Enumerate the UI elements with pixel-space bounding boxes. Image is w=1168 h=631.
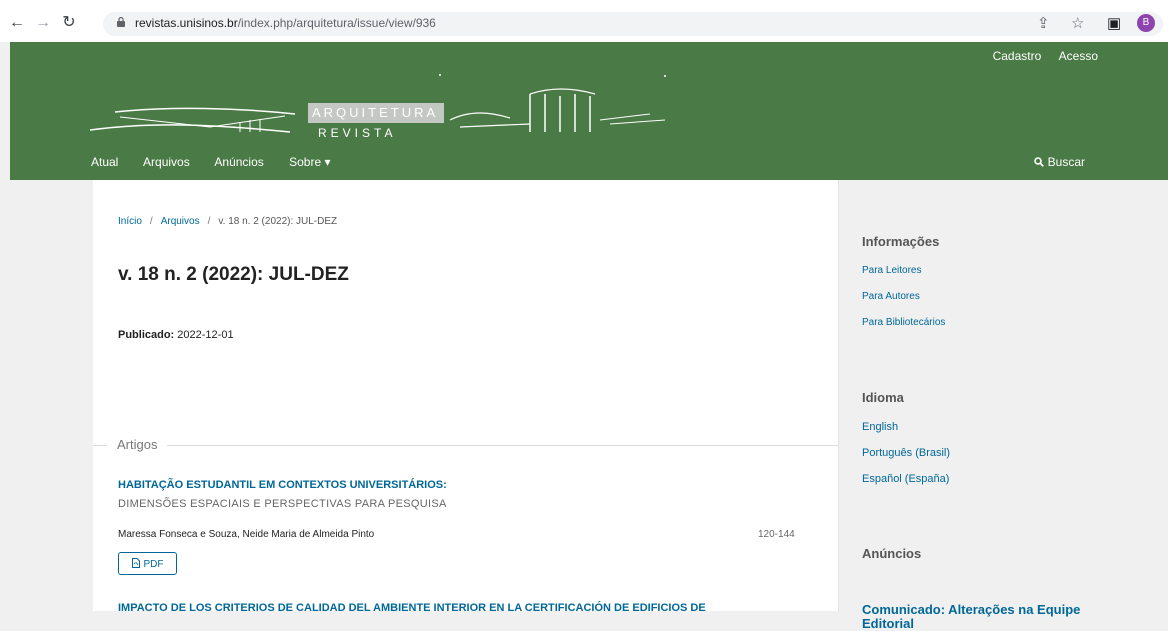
info-block-title: Informações <box>862 234 940 249</box>
article-title[interactable]: IMPACTO DE LOS CRITERIOS DE CALIDAD DEL … <box>118 602 706 614</box>
file-pdf-icon <box>131 558 140 568</box>
pdf-label: PDF <box>143 559 164 570</box>
register-link[interactable]: Cadastro <box>993 49 1042 63</box>
url-path: /index.php/arquitetura/issue/view/936 <box>237 16 436 30</box>
profile-avatar[interactable]: B <box>1137 14 1155 32</box>
sidepanel-icon[interactable]: ▣ <box>1107 14 1121 32</box>
user-nav: Cadastro Acesso <box>979 49 1098 63</box>
info-link-readers[interactable]: Para Leitores <box>862 265 921 276</box>
star-icon[interactable]: ☆ <box>1071 14 1084 32</box>
article-subtitle: DIMENSÕES ESPACIAIS E PERSPECTIVAS PARA … <box>118 498 447 510</box>
section-divider <box>93 445 838 446</box>
page-title: v. 18 n. 2 (2022): JUL-DEZ <box>118 264 349 285</box>
reload-icon[interactable]: ↻ <box>60 14 78 32</box>
announcement-link[interactable]: Comunicado: Alterações na Equipe Editori… <box>862 603 1082 631</box>
logo-title[interactable]: ARQUITETURA <box>308 103 444 123</box>
search-link[interactable]: Buscar <box>1034 155 1085 169</box>
main-nav: Atual Arquivos Anúncios Sobre ▾ <box>91 155 353 169</box>
forward-icon[interactable]: → <box>34 14 52 32</box>
breadcrumb-separator: / <box>207 216 211 227</box>
logo-subtitle: REVISTA <box>318 126 397 140</box>
breadcrumb-home[interactable]: Início <box>118 216 142 227</box>
lock-icon <box>117 17 125 27</box>
language-link-portuguese[interactable]: Português (Brasil) <box>862 447 950 459</box>
language-link-english[interactable]: English <box>862 421 898 433</box>
nav-archives[interactable]: Arquivos <box>143 155 190 169</box>
sidebar: Informações Para Leitores Para Autores P… <box>839 180 1168 631</box>
info-link-authors[interactable]: Para Autores <box>862 291 920 302</box>
article-title[interactable]: HABITAÇÃO ESTUDANTIL EM CONTEXTOS UNIVER… <box>118 479 447 491</box>
breadcrumb-current: v. 18 n. 2 (2022): JUL-DEZ <box>218 216 338 227</box>
breadcrumb: Início / Arquivos / v. 18 n. 2 (2022): JUL-D… <box>118 216 337 227</box>
search-icon <box>1034 157 1045 167</box>
browser-toolbar: ← → ↻ revistas.unisinos.br/index.php/arq… <box>0 0 1168 42</box>
published-label: Publicado: <box>118 329 175 341</box>
main-content: Início / Arquivos / v. 18 n. 2 (2022): JUL-D… <box>93 180 839 614</box>
share-icon[interactable]: ⇪ <box>1037 14 1050 32</box>
announcements-block-title: Anúncios <box>862 546 922 561</box>
pdf-galley-button[interactable]: PDF <box>118 552 177 575</box>
site-header: Cadastro Acesso ARQUITETURA REVISTA Atua… <box>10 42 1168 180</box>
article-authors: Maressa Fonseca e Souza, Neide Maria de … <box>118 529 375 540</box>
address-bar[interactable]: revistas.unisinos.br/index.php/arquitetu… <box>103 12 1163 36</box>
nav-announcements[interactable]: Anúncios <box>214 155 263 169</box>
published-date: Publicado: 2022-12-01 <box>118 329 234 341</box>
nav-about[interactable]: Sobre ▾ <box>289 155 330 169</box>
search-label: Buscar <box>1047 155 1085 169</box>
nav-current[interactable]: Atual <box>91 155 118 169</box>
breadcrumb-archives[interactable]: Arquivos <box>161 216 200 227</box>
login-link[interactable]: Acesso <box>1059 49 1098 63</box>
breadcrumb-separator: / <box>149 216 153 227</box>
language-block-title: Idioma <box>862 390 904 405</box>
back-icon[interactable]: ← <box>8 14 26 32</box>
url-text: revistas.unisinos.br/index.php/arquitetu… <box>135 16 436 30</box>
published-value: 2022-12-01 <box>177 329 234 341</box>
language-link-spanish[interactable]: Español (España) <box>862 473 949 485</box>
article-pages: 120-144 <box>758 529 795 540</box>
url-host: revistas.unisinos.br <box>135 16 238 30</box>
section-heading: Artigos <box>107 437 168 452</box>
info-link-librarians[interactable]: Para Bibliotecários <box>862 317 945 328</box>
